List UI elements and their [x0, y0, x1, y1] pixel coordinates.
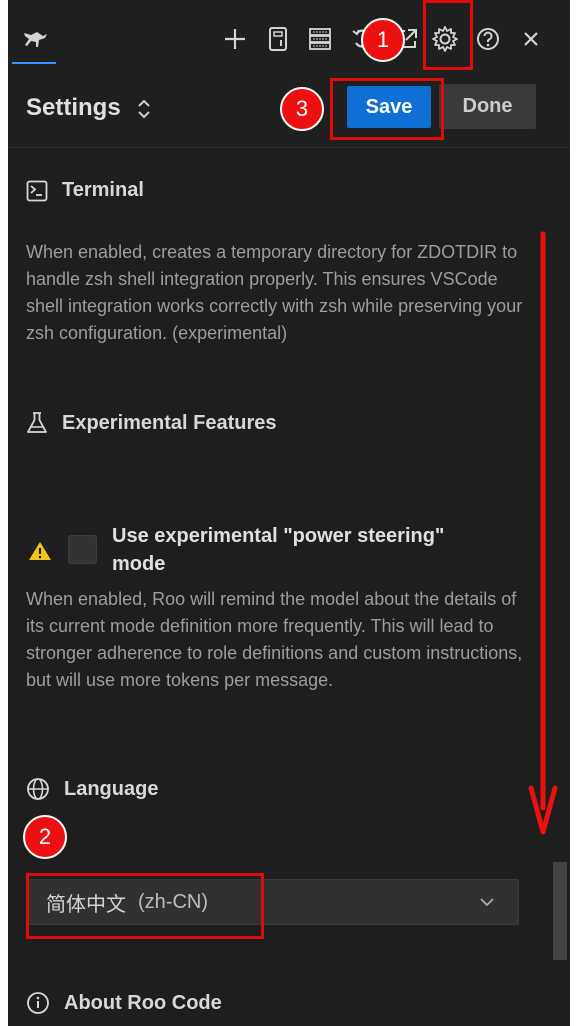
- flask-icon: [27, 412, 47, 433]
- plus-icon[interactable]: [218, 22, 252, 56]
- warning-icon: [28, 541, 52, 566]
- section-language-heading: Language: [26, 777, 158, 801]
- language-select[interactable]: 简体中文 (zh-CN): [26, 879, 519, 925]
- section-about-title: About Roo Code: [64, 991, 222, 1014]
- language-selected-code: (zh-CN): [138, 890, 208, 913]
- settings-content: Terminal When enabled, creates a tempora…: [8, 149, 570, 1026]
- gear-icon[interactable]: [428, 22, 462, 56]
- chevron-updown-icon[interactable]: [136, 96, 152, 127]
- section-about-heading: About Roo Code: [26, 991, 222, 1015]
- info-icon: [27, 992, 49, 1014]
- scroll-down-arrow-icon: [528, 231, 558, 835]
- top-toolbar: [8, 0, 570, 80]
- chevron-down-icon: [478, 893, 496, 917]
- power-steering-label[interactable]: Use experimental "power steering" mode: [112, 522, 472, 578]
- done-button[interactable]: Done: [439, 84, 536, 129]
- power-steering-description: When enabled, Roo will remind the model …: [26, 589, 523, 690]
- close-icon[interactable]: [514, 22, 548, 56]
- page-title: Settings: [26, 94, 121, 121]
- annotation-badge-1: 1: [361, 18, 405, 62]
- language-selected-name: 简体中文: [46, 893, 126, 916]
- history-icon[interactable]: [261, 22, 295, 56]
- roo-settings-panel: Settings Save Done Terminal When enabled…: [8, 0, 570, 1026]
- section-experimental-title: Experimental Features: [62, 411, 277, 434]
- annotation-badge-2: 2: [23, 815, 67, 859]
- kangaroo-logo-icon[interactable]: [18, 22, 52, 56]
- section-experimental-heading: Experimental Features: [26, 411, 277, 435]
- scrollbar-thumb[interactable]: [553, 862, 567, 960]
- save-button[interactable]: Save: [347, 86, 431, 128]
- annotation-badge-3: 3: [280, 87, 324, 131]
- globe-icon: [27, 778, 49, 800]
- active-tab-indicator: [12, 62, 56, 64]
- section-language-title: Language: [64, 777, 159, 800]
- server-icon[interactable]: [303, 22, 337, 56]
- help-icon[interactable]: [471, 22, 505, 56]
- power-steering-checkbox[interactable]: [68, 535, 97, 564]
- section-terminal-heading: Terminal: [26, 179, 144, 202]
- terminal-icon: [26, 180, 48, 201]
- terminal-description: When enabled, creates a temporary direct…: [26, 242, 523, 343]
- section-terminal-title: Terminal: [62, 179, 144, 201]
